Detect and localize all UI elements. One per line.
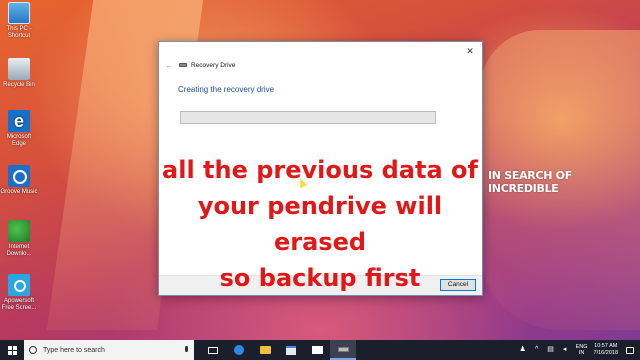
overlay-caption: all the previous data of your pendrive w…	[150, 152, 490, 296]
wallpaper-tagline: IN SEARCH OF INCREDIBLE	[488, 169, 572, 195]
desktop-icon-groove[interactable]: Groove Music	[0, 165, 38, 196]
drive-icon	[337, 346, 349, 352]
desktop-icon-idm[interactable]: Internet Downlo...	[0, 220, 38, 258]
caption-line-2: your pendrive will erased	[197, 192, 443, 256]
taskbar-store[interactable]	[278, 340, 304, 360]
desktop-icon-label: Internet Downlo...	[6, 244, 32, 257]
computer-icon	[8, 2, 30, 24]
taskbar-mail[interactable]	[304, 340, 330, 360]
language-bottom: IN	[578, 350, 585, 356]
clock-time: 10:57 AM	[594, 343, 618, 349]
desktop-icon-apowersoft[interactable]: Apowersoft Free Scree...	[0, 274, 38, 312]
windows-logo-icon	[7, 345, 17, 355]
taskbar-edge[interactable]	[226, 340, 252, 360]
dialog-header: ← Recovery Drive	[165, 59, 235, 71]
clock[interactable]: 10:57 AM 7/16/2018	[594, 343, 618, 357]
taskbar-recovery-drive[interactable]	[330, 340, 356, 360]
search-icon	[29, 346, 37, 354]
desktop-icon-label: Apowersoft Free Scree...	[1, 298, 37, 311]
desktop-icon-edge[interactable]: e Microsoft Edge	[0, 110, 38, 148]
recycle-bin-icon	[8, 58, 30, 80]
taskbar: Type here to search ♟ ^ ▤ ◂ ENG IN 10:57…	[0, 340, 640, 360]
mail-icon	[311, 346, 323, 354]
people-icon[interactable]: ♟	[519, 346, 527, 354]
close-icon[interactable]: ✕	[464, 45, 476, 57]
start-button[interactable]	[0, 340, 24, 360]
desktop-icon-label: Groove Music	[0, 189, 38, 195]
task-view-button[interactable]	[200, 340, 226, 360]
microphone-icon[interactable]	[185, 346, 188, 352]
taskbar-file-explorer[interactable]	[252, 340, 278, 360]
drive-icon	[179, 63, 187, 67]
progress-bar	[180, 111, 436, 124]
taskbar-apps	[200, 340, 356, 360]
volume-icon[interactable]: ◂	[561, 346, 569, 354]
groove-music-icon	[8, 165, 30, 187]
action-center-icon[interactable]	[626, 346, 634, 354]
folder-icon	[259, 346, 271, 354]
desktop-icon-label: Recycle Bin	[3, 82, 35, 88]
dialog-title: Recovery Drive	[191, 61, 236, 69]
network-icon[interactable]: ▤	[547, 346, 555, 354]
desktop-icon-recycle-bin[interactable]: Recycle Bin	[0, 58, 38, 89]
internet-download-manager-icon	[8, 220, 30, 242]
edge-icon	[234, 345, 244, 355]
system-tray: ♟ ^ ▤ ◂ ENG IN 10:57 AM 7/16/2018	[516, 340, 634, 360]
show-hidden-icons-chevron-icon[interactable]: ^	[533, 346, 541, 354]
back-arrow-icon[interactable]: ←	[165, 61, 175, 70]
store-icon	[286, 345, 296, 355]
screen-recorder-icon	[8, 274, 30, 296]
desktop-icon-this-pc[interactable]: This PC - Shortcut	[0, 2, 38, 40]
search-placeholder: Type here to search	[43, 346, 105, 354]
caption-line-1: all the previous data of	[162, 156, 478, 184]
language-indicator[interactable]: ENG IN	[576, 344, 588, 356]
search-box[interactable]: Type here to search	[24, 340, 194, 360]
caption-line-3: so backup first	[219, 264, 421, 292]
dialog-heading: Creating the recovery drive	[178, 85, 275, 94]
desktop-icon-label: This PC - Shortcut	[6, 26, 32, 39]
task-view-icon	[208, 346, 218, 354]
desktop-icon-label: Microsoft Edge	[6, 134, 32, 147]
clock-date: 7/16/2018	[593, 350, 618, 356]
edge-icon: e	[8, 110, 30, 132]
